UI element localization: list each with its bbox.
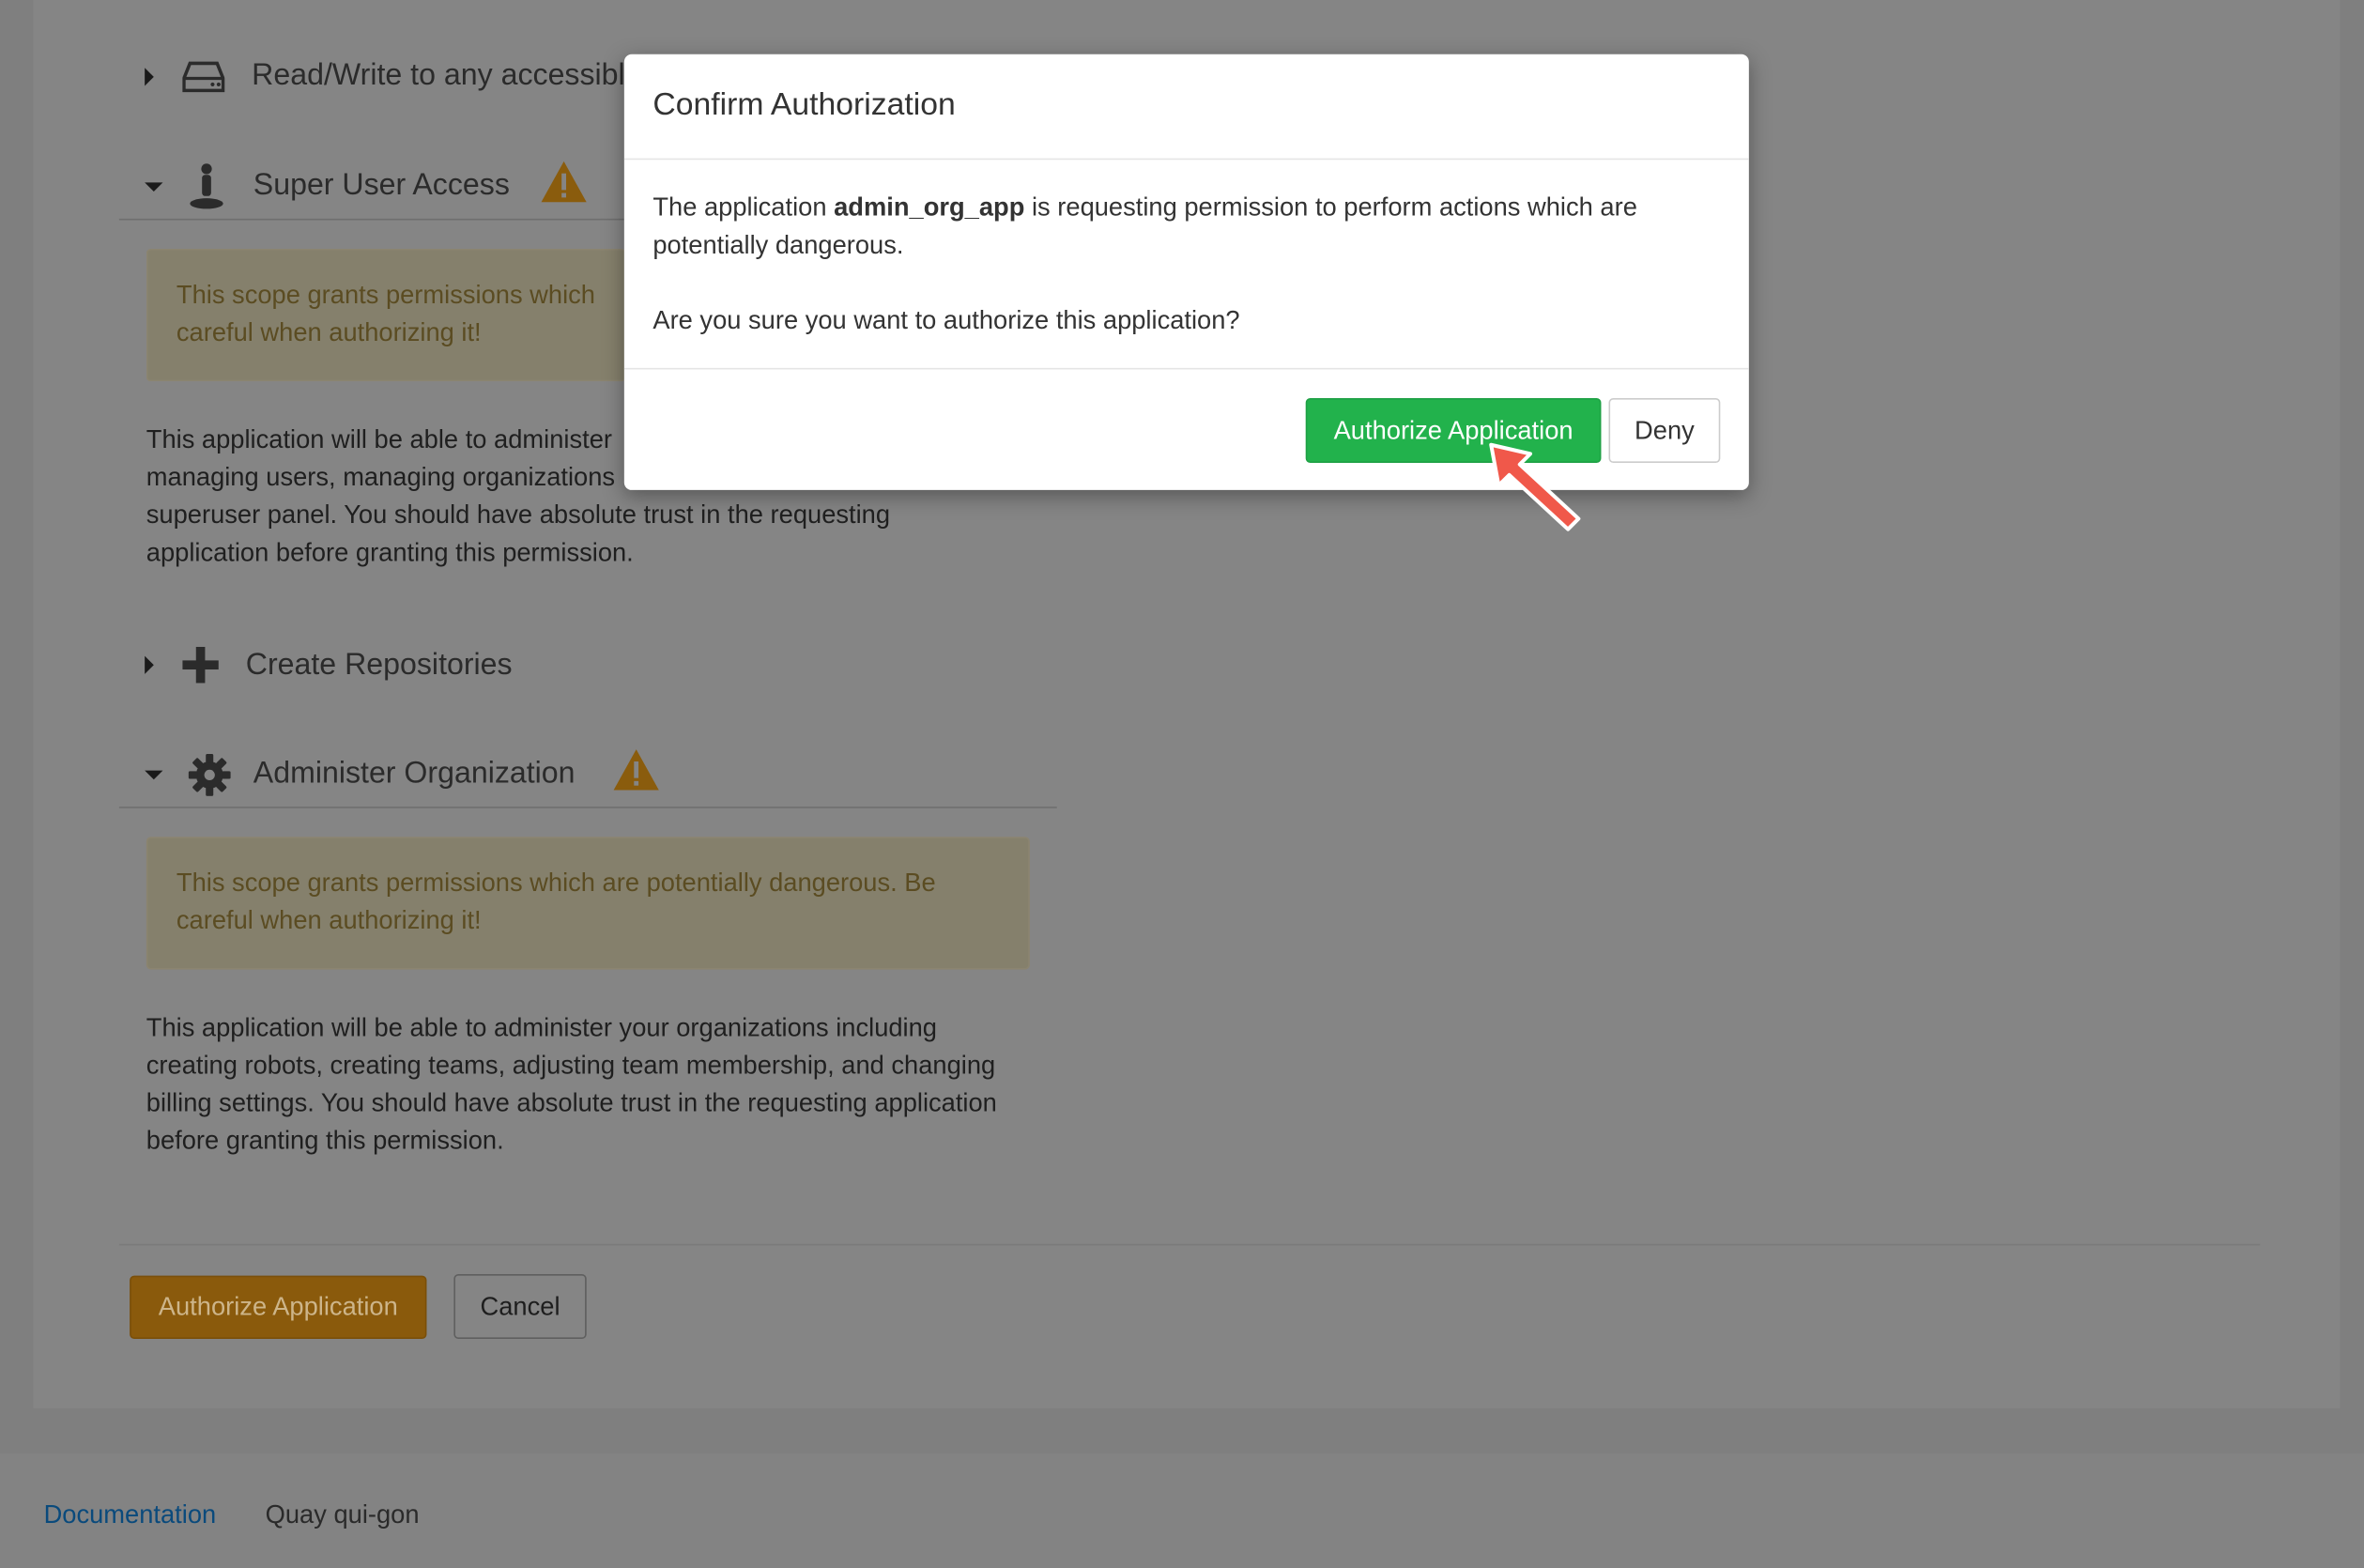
modal-message: The application admin_org_app is request… [652,189,1708,264]
authorize-application-button[interactable]: Authorize Application [130,1275,427,1340]
scope-label: Read/Write to any accessible [252,58,642,92]
screen: Read/Write to any accessible Super User … [0,0,2364,1568]
deny-button[interactable]: Deny [1608,397,1721,464]
plus-icon [181,646,221,684]
message-prefix: The application [652,192,835,223]
user-icon [187,162,226,210]
form-divider [118,1243,2261,1246]
modal-body: The application admin_org_app is request… [652,189,1708,340]
scope-row-super-user[interactable]: Super User Access [145,160,588,212]
warning-text: This scope grants permissions which are … [176,868,936,935]
scope-divider [118,807,1057,808]
warning-icon [613,748,661,801]
warning-box-administer-org: This scope grants permissions which are … [146,837,1030,970]
scope-row-administer-org[interactable]: Administer Organization [145,748,661,801]
scope-row-read-write[interactable]: Read/Write to any accessible [145,58,642,94]
pointer-arrow-icon [1489,442,1581,531]
scope-divider [118,218,626,221]
caret-right-icon [145,67,154,85]
scope-label: Administer Organization [253,757,576,791]
drive-icon [181,59,226,92]
scope-label: Super User Access [253,168,510,203]
warning-icon [540,160,588,212]
caret-right-icon [145,655,154,674]
scope-row-create-repositories[interactable]: Create Repositories [145,646,513,684]
caret-down-icon [145,181,163,192]
warning-text: This scope grants permissions which a ca… [176,280,595,347]
gear-icon [187,753,232,796]
modal-question: Are you sure you want to authorize this … [652,305,1240,335]
instance-name: Quay qui-gon [265,1499,420,1530]
caret-down-icon [145,769,163,779]
warning-box-super-user: This scope grants permissions which a ca… [146,248,626,382]
app-name: admin_org_app [834,192,1025,223]
documentation-link[interactable]: Documentation [44,1500,217,1530]
modal-title: Confirm Authorization [652,87,956,123]
confirm-authorization-modal: Confirm Authorization The application ad… [623,54,1749,490]
cancel-button[interactable]: Cancel [453,1273,587,1340]
scope-description: This application will be able to adminis… [146,1013,997,1156]
scope-label: Create Repositories [245,647,513,682]
modal-header: Confirm Authorization [623,54,1749,161]
